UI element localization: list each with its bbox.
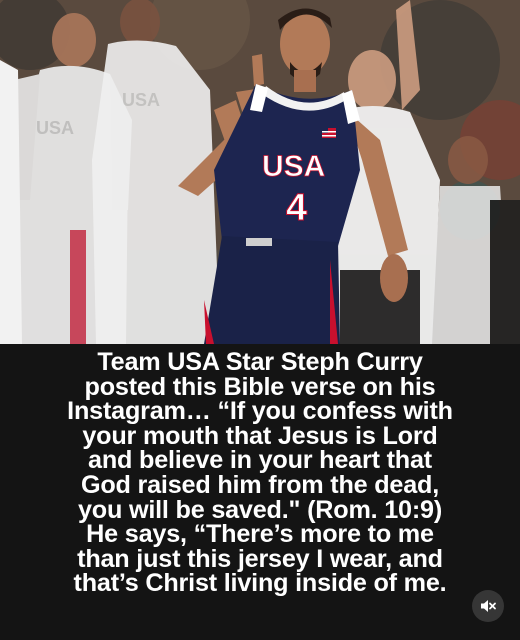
caption-line-4: your mouth that Jesus is Lord [82, 421, 438, 450]
caption-line-5: and believe in your heart that [88, 446, 432, 475]
caption-line-9: than just this jersey I wear, and [77, 544, 443, 573]
caption-line-3: Instagram… “If you confess with [67, 397, 453, 426]
bench-jersey-text-2: USA [122, 90, 160, 110]
jersey-text: USA [262, 150, 325, 183]
caption-line-2: posted this Bible verse on his [84, 372, 436, 401]
caption-line-10: that’s Christ living inside of me. [73, 569, 447, 598]
caption-text: Team USA Star Steph Curry posted this Bi… [6, 350, 514, 596]
photo-illustration: USA USA USA 4 [0, 0, 520, 344]
bench-jersey-text-1: USA [36, 118, 74, 138]
caption-line-1: Team USA Star Steph Curry [97, 348, 423, 376]
mute-button[interactable] [472, 590, 504, 622]
player-photo: USA USA USA 4 [0, 0, 520, 344]
jersey-number: 4 [286, 187, 307, 229]
caption-line-8: He says, “There’s more to me [86, 520, 434, 549]
caption-line-6: God raised him from the dead, [80, 470, 440, 499]
caption-line-7: you will be saved." (Rom. 10:9) [77, 495, 443, 524]
caption-panel: Team USA Star Steph Curry posted this Bi… [0, 344, 520, 640]
speaker-muted-icon [481, 600, 496, 612]
